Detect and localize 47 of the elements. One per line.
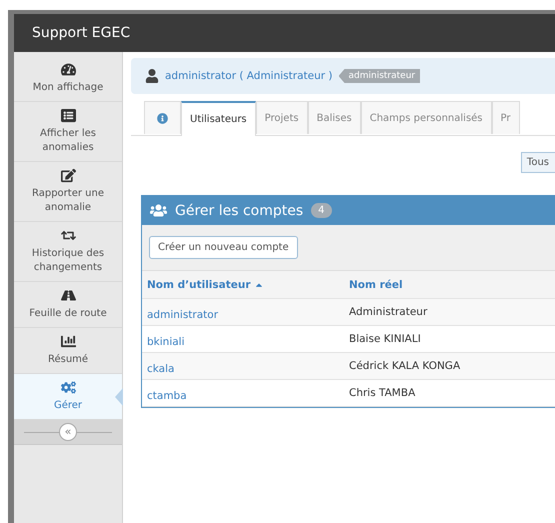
bar-chart-icon — [60, 334, 76, 349]
sidebar-label: Afficher les anomalies — [39, 127, 97, 155]
arrows-loop-icon — [60, 228, 76, 243]
sidebar-label: Historique des changements — [30, 247, 106, 275]
tab[interactable]: Pr — [492, 101, 520, 134]
app-title: Support EGEC — [32, 25, 130, 41]
real-name-cell-text: Chris TAMBA — [348, 387, 416, 399]
sidebar-item[interactable]: Gérer — [14, 374, 122, 420]
tab[interactable] — [144, 101, 181, 134]
road-icon — [60, 288, 76, 303]
real-name-cell-text: Cédrick KALA KONGA — [348, 360, 462, 372]
username-link[interactable]: administrator — [142, 308, 218, 320]
sidebar-item[interactable]: Historique des changements — [14, 222, 122, 282]
edit-icon — [60, 168, 76, 183]
sidebar-item[interactable]: Feuille de route — [14, 282, 122, 328]
selection-pointer — [115, 388, 123, 406]
sidebar-item[interactable]: Afficher les anomalies — [14, 102, 122, 162]
users-icon — [150, 202, 167, 219]
username-link[interactable]: ctamba — [142, 390, 187, 402]
role-tag: administrateur — [338, 69, 420, 83]
sidebar-label: Gérer — [54, 399, 82, 413]
tab[interactable]: Champs personnalisés — [360, 101, 492, 134]
panel-title: Gérer les comptes — [175, 202, 304, 218]
gauge-icon — [60, 62, 76, 77]
username-link[interactable]: ckala — [142, 362, 174, 374]
sidebar-label: Mon affichage — [32, 81, 104, 95]
user-icon — [145, 69, 159, 83]
real-name-cell-text: Blaise KINIALI — [348, 333, 422, 345]
real-name-cell-text: Administrateur — [348, 306, 428, 318]
column-header[interactable]: Nom d’utilisateur — [142, 278, 344, 290]
create-account-button[interactable]: Créer un nouveau compte — [149, 236, 298, 259]
column-header[interactable]: Nom réel — [344, 278, 555, 290]
tab[interactable]: Balises — [308, 101, 361, 134]
sidebar-label: Feuille de route — [29, 307, 107, 321]
sidebar-item[interactable]: Mon affichage — [14, 56, 122, 102]
sidebar-item[interactable]: Rapporter une anomalie — [14, 162, 122, 222]
username-link[interactable]: bkiniali — [142, 336, 185, 348]
sidebar-label: Résumé — [48, 353, 88, 367]
settings-icon — [60, 380, 76, 395]
tab[interactable]: Utilisateurs — [181, 101, 256, 136]
user-link[interactable]: administrator ( Administrateur ) — [165, 70, 332, 82]
count-badge: 4 — [311, 203, 332, 218]
list-icon — [60, 108, 76, 123]
filter-button[interactable]: Tous — [520, 152, 555, 173]
sidebar-label: Rapporter une anomalie — [31, 187, 105, 215]
tab[interactable]: Projets — [256, 101, 308, 134]
collapse-button[interactable]: « — [59, 423, 77, 441]
